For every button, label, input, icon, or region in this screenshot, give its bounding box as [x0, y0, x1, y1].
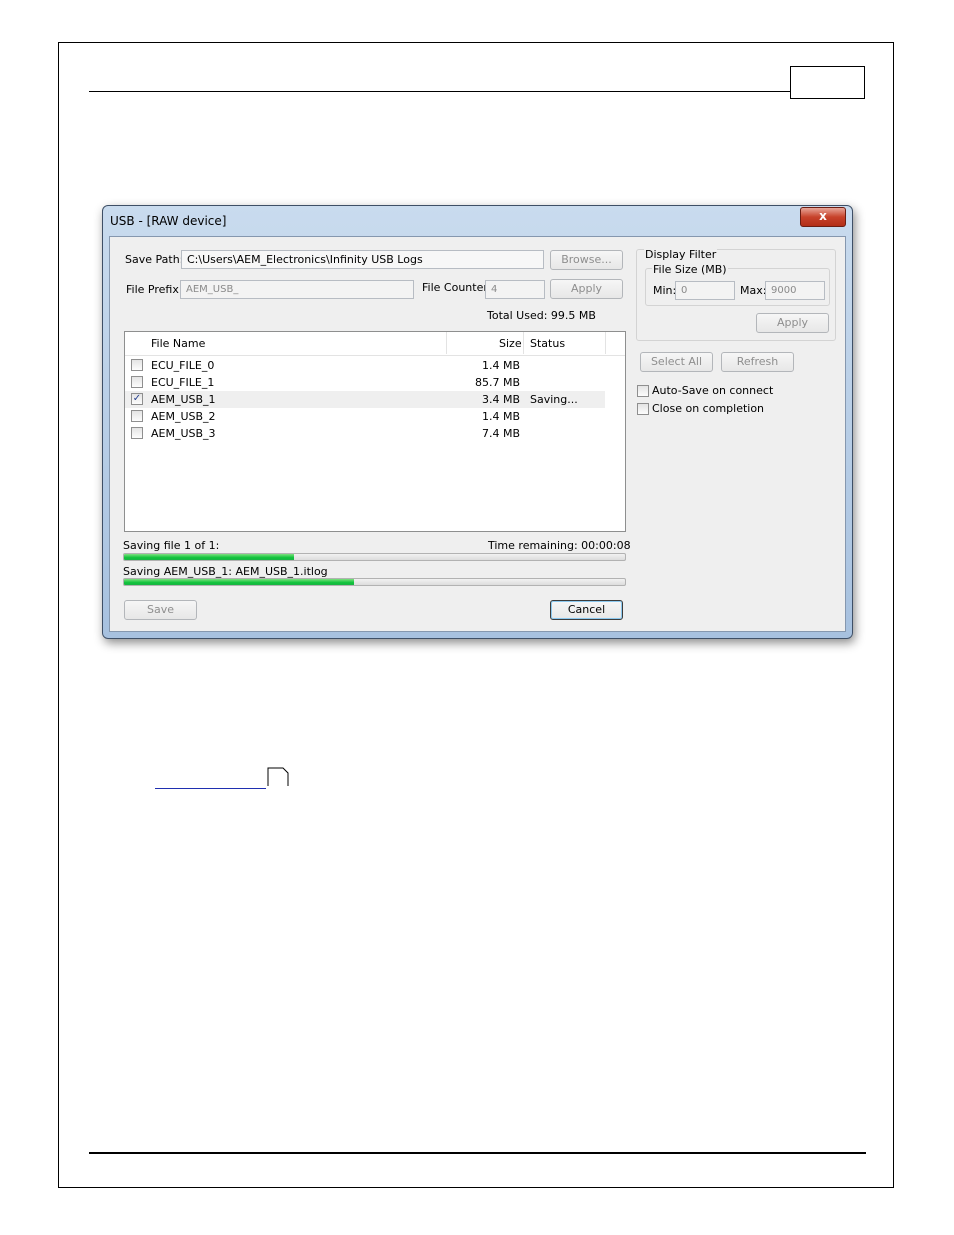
link-underline[interactable]	[155, 788, 266, 789]
footer-rule	[89, 1152, 866, 1154]
select-all-button[interactable]: Select All	[640, 352, 713, 372]
file-row-size: 85.7 MB	[474, 376, 520, 389]
file-progress-bar	[123, 578, 626, 586]
file-counter-apply-button[interactable]: Apply	[550, 279, 623, 299]
title-bar[interactable]: USB - [RAW device] x	[103, 206, 852, 236]
overall-progress-bar	[123, 553, 626, 561]
close-icon: x	[819, 209, 827, 223]
column-separator[interactable]	[605, 332, 606, 354]
file-row-size: 7.4 MB	[481, 427, 520, 440]
file-row-checkbox[interactable]	[131, 427, 143, 439]
file-row-name: AEM_USB_3	[151, 427, 216, 440]
file-row-size: 1.4 MB	[481, 359, 520, 372]
column-file-name[interactable]: File Name	[151, 337, 205, 350]
file-size-label: File Size (MB)	[652, 263, 728, 276]
file-row-name: AEM_USB_1	[151, 393, 216, 406]
file-row[interactable]: AEM_USB_2 1.4 MB	[125, 408, 605, 425]
file-row-name: ECU_FILE_1	[151, 376, 215, 389]
min-label: Min:	[653, 284, 677, 297]
file-row-checkbox[interactable]: ✓	[131, 393, 143, 405]
file-row-status: Saving...	[530, 393, 578, 406]
max-size-field[interactable]: 9000	[765, 281, 825, 300]
file-row-name: AEM_USB_2	[151, 410, 216, 423]
file-prefix-label: File Prefix:	[126, 283, 183, 296]
auto-save-label[interactable]: Auto-Save on connect	[652, 384, 773, 397]
max-label: Max:	[740, 284, 767, 297]
file-row[interactable]: ECU_FILE_1 85.7 MB	[125, 374, 605, 391]
file-row[interactable]: AEM_USB_3 7.4 MB	[125, 425, 605, 442]
overall-progress-fill	[124, 554, 295, 560]
auto-save-checkbox[interactable]	[637, 385, 649, 397]
total-used-text: Total Used: 99.5 MB	[487, 309, 596, 322]
overall-progress-label: Saving file 1 of 1:	[123, 539, 220, 552]
file-list[interactable]: File Name Size Status ECU_FILE_0 1.4 MB …	[124, 331, 626, 532]
save-path-label: Save Path:	[125, 253, 184, 266]
column-separator[interactable]	[446, 332, 447, 354]
min-size-field[interactable]: 0	[675, 281, 735, 300]
file-row[interactable]: ✓ AEM_USB_1 3.4 MB Saving...	[125, 391, 605, 408]
close-button[interactable]: x	[800, 207, 846, 227]
column-status[interactable]: Status	[530, 337, 565, 350]
file-list-header: File Name Size Status	[125, 332, 625, 356]
header-rule	[89, 91, 791, 92]
time-remaining-text: Time remaining: 00:00:08	[488, 539, 631, 552]
file-progress-label: Saving AEM_USB_1: AEM_USB_1.itlog	[123, 565, 328, 578]
window-title: USB - [RAW device]	[110, 214, 227, 228]
file-row-checkbox[interactable]	[131, 410, 143, 422]
file-prefix-field[interactable]: AEM_USB_	[180, 280, 414, 299]
close-on-completion-label[interactable]: Close on completion	[652, 402, 764, 415]
cancel-button[interactable]: Cancel	[550, 600, 623, 620]
file-row-size: 1.4 MB	[481, 410, 520, 423]
dialog-client-area: Save Path: C:\Users\AEM_Electronics\Infi…	[109, 236, 846, 632]
browse-button[interactable]: Browse...	[550, 250, 623, 270]
display-filter-apply-button[interactable]: Apply	[756, 313, 829, 333]
column-size[interactable]: Size	[499, 337, 522, 350]
note-icon	[267, 767, 289, 786]
save-button[interactable]: Save	[124, 600, 197, 620]
file-row-checkbox[interactable]	[131, 359, 143, 371]
refresh-button[interactable]: Refresh	[721, 352, 794, 372]
file-progress-fill	[124, 579, 355, 585]
close-on-completion-checkbox[interactable]	[637, 403, 649, 415]
save-path-field[interactable]: C:\Users\AEM_Electronics\Infinity USB Lo…	[181, 250, 544, 269]
file-row[interactable]: ECU_FILE_0 1.4 MB	[125, 357, 605, 374]
page-number-box	[790, 66, 865, 99]
usb-dialog-window: USB - [RAW device] x Save Path: C:\Users…	[102, 205, 853, 639]
file-counter-field[interactable]: 4	[485, 280, 545, 299]
file-row-size: 3.4 MB	[481, 393, 520, 406]
file-row-name: ECU_FILE_0	[151, 359, 215, 372]
file-row-checkbox[interactable]	[131, 376, 143, 388]
file-counter-label: File Counter:	[422, 281, 492, 294]
display-filter-title: Display Filter	[644, 248, 718, 261]
column-separator[interactable]	[523, 332, 524, 354]
